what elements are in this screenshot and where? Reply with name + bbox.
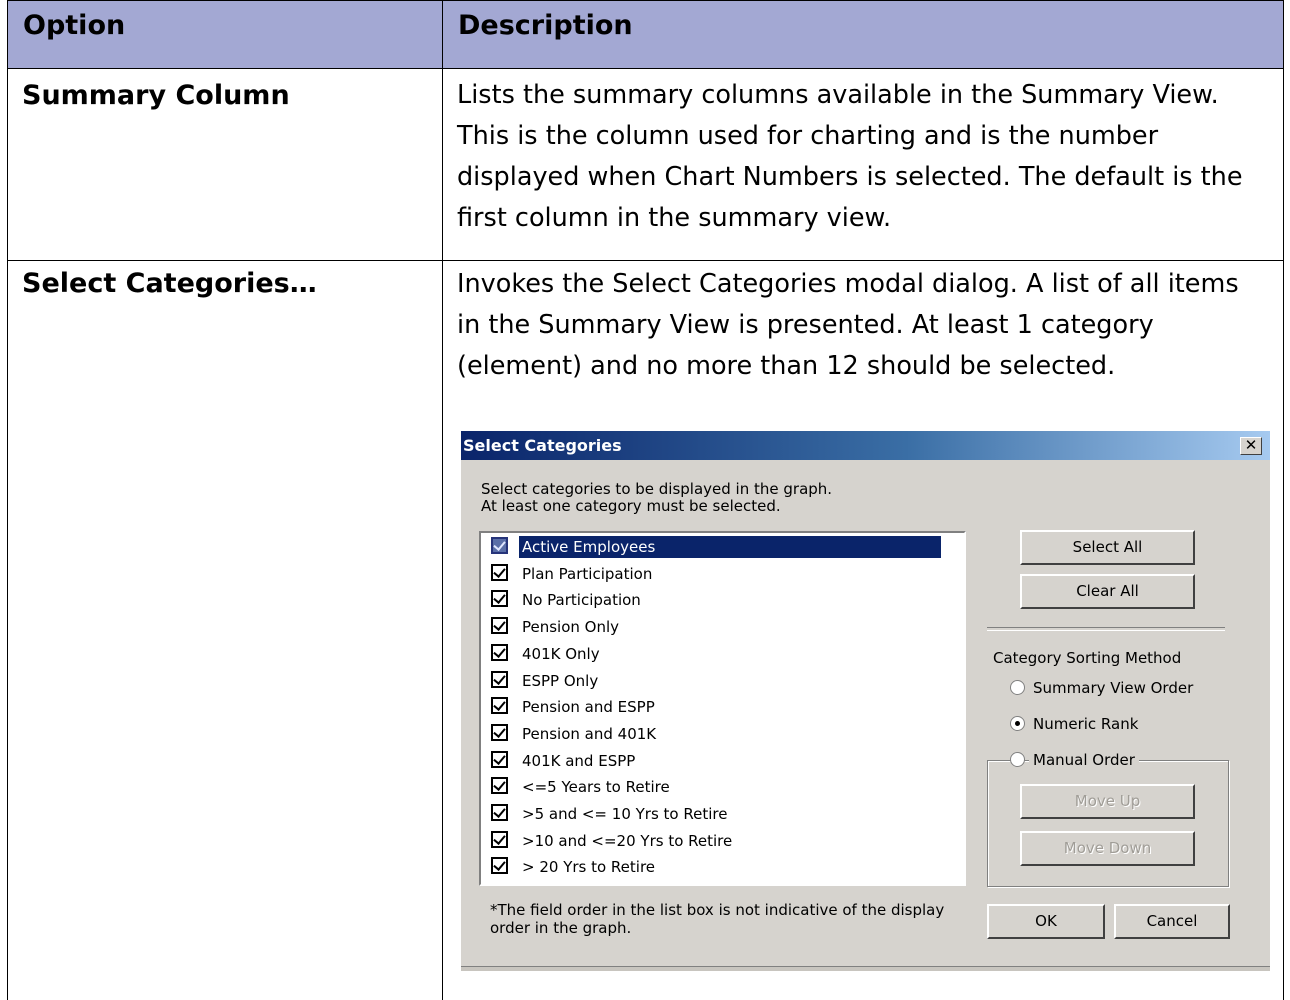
dialog-titlebar: Select Categories ✕ [461,431,1270,460]
close-icon[interactable]: ✕ [1240,437,1262,455]
header-option: Option [23,10,126,41]
category-list-item[interactable]: Pension and 401K [489,722,941,746]
radio-label: Manual Order [1029,751,1139,769]
checked-checkbox-icon[interactable] [491,590,508,608]
category-list-item[interactable]: 401K Only [489,642,941,666]
category-list-item[interactable]: Plan Participation [489,562,941,586]
category-label: ESPP Only [522,671,599,690]
checked-checkbox-icon[interactable] [491,804,508,821]
category-label: Pension and 401K [522,724,657,743]
description-select-categories: Invokes the Select Categories modal dial… [457,264,1277,387]
description-line: in the Summary View is presented. At lea… [457,310,1154,340]
table-right-border [1283,0,1284,1000]
category-list-item[interactable]: > 20 Yrs to Retire [489,855,941,879]
select-categories-dialog: Select Categories ✕ Select categories to… [461,431,1270,971]
cropped-edge [461,966,1270,971]
table-header-row: Option Description [7,0,1284,69]
field-order-note: *The field order in the list box is not … [490,901,944,937]
clear-all-button[interactable]: Clear All [1020,574,1195,609]
category-list-item[interactable]: >10 and <=20 Yrs to Retire [489,829,941,853]
checked-checkbox-icon[interactable] [491,617,508,635]
checked-checkbox-icon[interactable] [491,563,508,581]
move-up-label: Move Up [1074,792,1141,810]
table-left-border [7,0,8,1000]
move-down-label: Move Down [1063,839,1152,857]
row-divider [7,260,1284,261]
move-down-button[interactable]: Move Down [1020,831,1195,866]
description-summary-column: Lists the summary columns available in t… [457,75,1277,239]
dialog-title: Select Categories [463,436,622,455]
dialog-instructions: Select categories to be displayed in the… [481,481,832,515]
manual-order-group [987,760,1229,887]
ok-label: OK [1035,912,1057,930]
category-label: Pension and ESPP [522,698,655,717]
checked-checkbox-icon[interactable] [491,643,508,661]
checked-checkbox-icon[interactable] [491,857,508,875]
category-label: >5 and <= 10 Yrs to Retire [522,805,728,823]
move-up-button[interactable]: Move Up [1020,784,1195,819]
cancel-button[interactable]: Cancel [1114,904,1230,939]
checked-checkbox-icon[interactable] [491,830,508,848]
category-list-item[interactable]: >5 and <= 10 Yrs to Retire [489,802,941,826]
description-line: Lists the summary columns available in t… [457,80,1219,110]
ok-button[interactable]: OK [987,904,1105,939]
header-description: Description [458,10,633,41]
category-list-item[interactable]: No Participation [489,588,941,612]
description-line: displayed when Chart Numbers is selected… [457,162,1243,192]
category-list-item[interactable]: Pension and ESPP [489,695,941,719]
note-line: *The field order in the list box is not … [490,901,945,919]
category-label: 401K Only [522,644,600,663]
radio-summary-view-order[interactable] [1010,680,1025,695]
category-label: 401K and ESPP [522,751,636,770]
checked-checkbox-icon[interactable] [491,723,508,741]
sorting-method-label: Category Sorting Method [993,649,1182,667]
category-label: > 20 Yrs to Retire [522,858,656,877]
category-list-item[interactable]: 401K and ESPP [489,749,941,773]
description-line: first column in the summary view. [457,203,892,233]
instruction-line: At least one category must be selected. [481,497,781,515]
cancel-label: Cancel [1146,912,1198,930]
divider [987,627,1225,631]
table-column-divider [442,0,443,1000]
categories-listbox[interactable]: Active Employees Plan Participation No Par… [479,531,966,886]
category-label: <=5 Years to Retire [522,778,670,797]
select-all-button[interactable]: Select All [1020,530,1195,565]
category-list-item[interactable]: Pension Only [489,615,941,639]
checked-checkbox-icon[interactable] [491,750,508,768]
instruction-line: Select categories to be displayed in the… [481,480,833,498]
clear-all-label: Clear All [1076,582,1139,600]
radio-label: Numeric Rank [1033,715,1139,733]
checked-checkbox-icon[interactable] [491,777,508,795]
category-list-item[interactable]: <=5 Years to Retire [489,775,941,799]
option-select-categories: Select Categories… [22,268,317,299]
select-all-label: Select All [1072,538,1143,556]
radio-manual-order[interactable] [1010,752,1025,767]
option-summary-column: Summary Column [22,80,290,111]
category-label: Pension Only [522,618,620,637]
category-list-item[interactable]: ESPP Only [489,669,941,693]
description-line: (element) and no more than 12 should be … [457,351,1116,381]
category-label: No Participation [522,591,641,610]
checked-checkbox-icon[interactable] [491,697,508,715]
description-line: This is the column used for charting and… [457,121,1159,151]
checked-checkbox-icon[interactable] [491,537,508,554]
category-list-item[interactable]: Active Employees [489,535,941,559]
category-label: Active Employees [519,536,941,558]
checked-checkbox-icon[interactable] [491,670,508,688]
description-line: Invokes the Select Categories modal dial… [457,269,1239,299]
note-line: order in the graph. [490,919,632,937]
radio-numeric-rank[interactable] [1010,716,1025,731]
category-label: Plan Participation [522,564,653,583]
radio-label: Summary View Order [1033,679,1194,697]
category-label: >10 and <=20 Yrs to Retire [522,831,733,850]
